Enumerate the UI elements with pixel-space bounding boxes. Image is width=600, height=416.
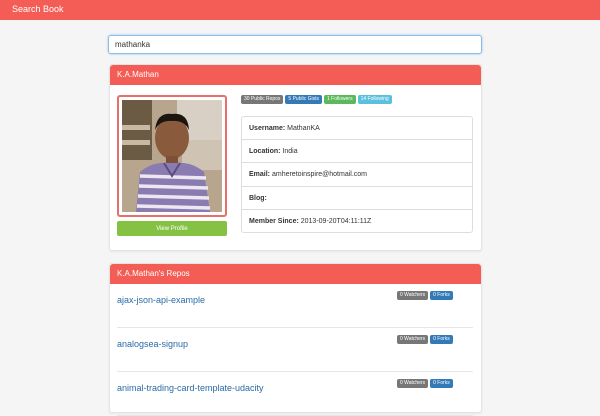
view-profile-button[interactable]: View Profile — [117, 221, 227, 236]
user-name-heading: K.A.Mathan — [110, 65, 481, 85]
forks-badge: 0 Forks — [430, 291, 453, 300]
navbar: Search Book — [0, 0, 600, 20]
search-input[interactable] — [108, 35, 482, 54]
repo-row: animal-trading-card-template-udacity 0 W… — [117, 372, 473, 416]
info-member-since: Member Since: 2013-09-20T04:11:11Z — [249, 217, 372, 225]
info-username: Username: MathanKA — [242, 117, 472, 141]
repos-heading: K.A.Mathan's Repos — [110, 264, 481, 284]
profile-stats: 30 Public Repos 5 Public Gists 1 Followe… — [241, 95, 392, 104]
info-email: Email: amheretoinspire@hotmail.com — [242, 163, 472, 187]
followers-badge: 1 Followers — [324, 95, 356, 104]
public-repos-badge: 30 Public Repos — [241, 95, 284, 104]
user-info-list: Username: MathanKA Location: India Email… — [241, 116, 473, 233]
repo-link[interactable]: ajax-json-api-example — [117, 295, 205, 305]
repo-link[interactable]: animal-trading-card-template-udacity — [117, 383, 264, 393]
repo-row: analogsea-signup 0 Watchers 0 Forks — [117, 328, 473, 372]
user-panel: K.A.Mathan View Profile 30 Public Repos … — [109, 64, 482, 251]
watchers-badge: 0 Watchers — [397, 335, 429, 344]
watchers-badge: 0 Watchers — [397, 291, 429, 300]
repo-row: ajax-json-api-example 0 Watchers 0 Forks — [117, 284, 473, 328]
following-badge: 14 Following — [357, 95, 392, 104]
forks-badge: 0 Forks — [430, 335, 453, 344]
forks-badge: 0 Forks — [430, 379, 453, 388]
avatar-photo — [122, 100, 222, 212]
watchers-badge: 0 Watchers — [397, 379, 429, 388]
info-blog: Blog: — [242, 187, 472, 210]
avatar — [117, 95, 227, 217]
public-gists-badge: 5 Public Gists — [285, 95, 322, 104]
brand-link[interactable]: Search Book — [12, 4, 64, 14]
info-location: Location: India — [242, 140, 472, 164]
repo-link[interactable]: analogsea-signup — [117, 339, 188, 349]
repos-panel: K.A.Mathan's Repos ajax-json-api-example… — [109, 263, 482, 416]
